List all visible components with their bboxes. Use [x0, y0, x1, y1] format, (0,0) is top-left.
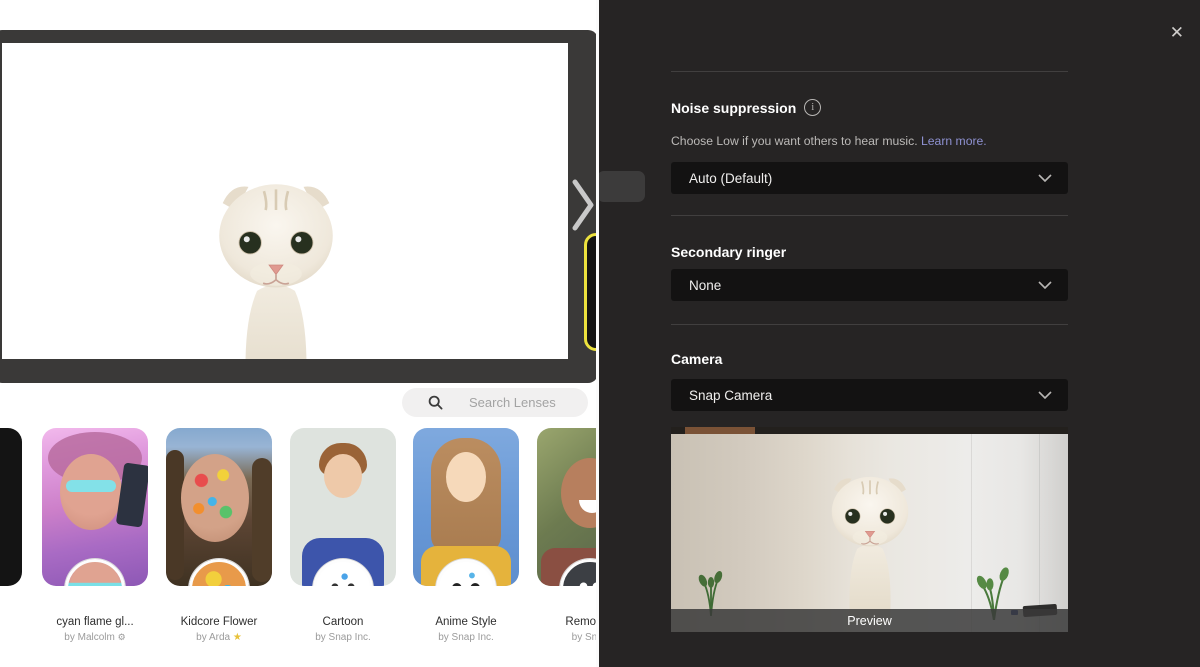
camera-preview-image: Preview	[671, 427, 1068, 632]
teams-device-settings-panel: ✕ Noise suppression i Choose Low if you …	[599, 0, 1200, 667]
lens-art	[66, 480, 116, 492]
secondary-ringer-heading: Secondary ringer	[671, 244, 786, 260]
noise-suppression-description: Choose Low if you want others to hear mu…	[671, 134, 987, 148]
preview-ceiling-beam	[685, 427, 755, 434]
noise-suppression-heading: Noise suppression i	[671, 99, 821, 116]
section-divider	[671, 71, 1068, 72]
camera-preview-frame	[0, 30, 598, 383]
lens-card-kidcore-flower[interactable]	[166, 428, 272, 586]
cat-filter-image	[190, 153, 362, 359]
lens-card-cartoon[interactable]	[290, 428, 396, 586]
wall-seam	[1039, 434, 1040, 632]
camera-heading: Camera	[671, 351, 722, 367]
screen: Search Lenses	[0, 0, 1200, 667]
window-seam	[596, 0, 599, 667]
lens-art	[446, 452, 486, 502]
secondary-ringer-dropdown[interactable]: None	[671, 269, 1068, 301]
wall-seam	[971, 434, 972, 632]
close-icon[interactable]: ✕	[1170, 24, 1184, 41]
camera-dropdown[interactable]: Snap Camera	[671, 379, 1068, 411]
chevron-down-icon	[1038, 391, 1052, 399]
lens-card-anime-style[interactable]	[413, 428, 519, 586]
chevron-down-icon	[1038, 281, 1052, 289]
panel-drag-handle[interactable]	[597, 171, 645, 202]
lens-art	[252, 458, 272, 582]
info-icon[interactable]: i	[804, 99, 821, 116]
lens-badge	[189, 559, 249, 586]
preview-label: Preview	[847, 614, 891, 628]
snap-camera-window: Search Lenses	[0, 0, 600, 667]
chevron-down-icon	[1038, 174, 1052, 182]
search-placeholder: Search Lenses	[469, 395, 556, 410]
lens-art	[166, 450, 184, 580]
lens-card-partial[interactable]	[0, 428, 22, 586]
chevron-right-icon	[572, 178, 594, 232]
lens-art	[60, 454, 122, 530]
noise-suppression-dropdown[interactable]: Auto (Default)	[671, 162, 1068, 194]
preview-label-band: Preview	[671, 609, 1068, 632]
lens-art	[181, 454, 249, 542]
learn-more-link[interactable]: Learn more.	[921, 134, 987, 148]
creator-badge-icon: ⚙	[118, 632, 126, 642]
lens-art	[324, 454, 362, 498]
lens-badge	[65, 559, 125, 586]
lens-card-cyan-flame[interactable]	[42, 428, 148, 586]
section-divider	[671, 324, 1068, 325]
search-icon	[428, 395, 443, 410]
section-divider	[671, 215, 1068, 216]
camera-preview-viewport	[2, 43, 568, 359]
cat-filter-image-small	[812, 456, 928, 624]
star-icon: ★	[233, 632, 242, 643]
search-lenses-input[interactable]: Search Lenses	[402, 388, 588, 417]
